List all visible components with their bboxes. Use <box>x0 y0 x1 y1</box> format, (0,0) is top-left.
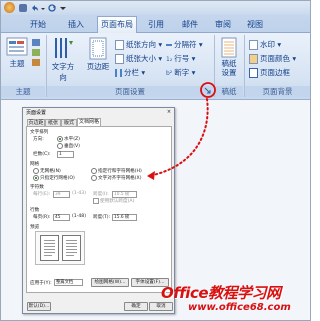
columns-button[interactable]: 分栏 ▾ <box>115 67 145 78</box>
tab-home[interactable]: 开始 <box>25 18 51 31</box>
text-direction-icon <box>55 38 73 58</box>
watermark-button[interactable]: 水印 ▾ <box>249 39 281 50</box>
direction-vertical-radio[interactable] <box>57 143 63 149</box>
default-button[interactable]: 默认(D)... <box>27 302 51 311</box>
columns-input[interactable]: 1 <box>57 151 74 158</box>
tab-mailings[interactable]: 邮件 <box>177 18 203 31</box>
theme-mini-icons[interactable] <box>32 39 42 69</box>
dialog-body: 文字排列 方向: 水平(Z) 垂直(V) 栏数(C): 1 网格 无网格(N) … <box>26 126 172 293</box>
customize-toolbar-icon[interactable] <box>60 4 66 12</box>
page-setup-dialog-launcher[interactable] <box>204 87 211 94</box>
tab-review[interactable]: 审阅 <box>210 18 236 31</box>
per-page-label: 每页(R): <box>33 215 51 220</box>
site-watermark-url: www.office68.com <box>188 302 291 313</box>
preview-page-right <box>62 235 81 261</box>
grid-text-snap-radio[interactable] <box>91 175 97 181</box>
direction-vertical-label: 垂直(V) <box>64 144 80 149</box>
section-grid: 网格 <box>30 162 40 167</box>
direction-horizontal-radio[interactable] <box>57 136 63 142</box>
grid-lines-only-label: 只指定行网格(O) <box>40 176 75 181</box>
pitch-label: 跨度(I): <box>93 192 109 197</box>
per-page-input[interactable]: 45 <box>53 214 70 221</box>
line-pitch-label: 跨度(T): <box>93 215 111 220</box>
grid-lines-only-radio[interactable] <box>33 175 39 181</box>
per-line-input[interactable]: 39 <box>53 191 70 198</box>
per-page-range: (1-48) <box>72 214 87 219</box>
line-pitch-input[interactable]: 15.6 磅 <box>112 214 137 221</box>
apply-to-label: 应用于(Y): <box>30 281 52 286</box>
title-bar <box>1 1 310 15</box>
margins-icon <box>89 37 107 60</box>
section-lines: 行数 <box>30 208 40 213</box>
page-color-button[interactable]: 页面颜色 ▾ <box>249 53 296 64</box>
manuscript-settings-button[interactable]: 稿纸 设置 <box>218 37 240 85</box>
group-label-themes: 主题 <box>1 86 45 97</box>
group-label-page-setup: 页面设置 <box>47 86 213 97</box>
columns-label: 栏数(C): <box>33 152 51 157</box>
tab-view[interactable]: 视图 <box>242 18 268 31</box>
dialog-title: 页面设置 <box>26 110 47 116</box>
direction-horizontal-label: 水平(Z) <box>64 137 80 142</box>
ribbon-tab-row: 开始 插入 页面布局 引用 邮件 审阅 视图 <box>1 15 310 33</box>
breaks-button[interactable]: 分隔符 ▾ <box>166 39 203 50</box>
dialog-close-icon[interactable]: × <box>166 109 172 115</box>
hyphenation-button[interactable]: b² 断字 ▾ <box>166 67 195 78</box>
undo-dropdown-icon[interactable] <box>41 5 45 11</box>
grid-none-radio[interactable] <box>33 168 39 174</box>
themes-icon <box>6 37 28 56</box>
dialog-launcher-icon <box>204 87 211 94</box>
section-characters: 字符数 <box>30 185 44 190</box>
site-watermark-title: Office教程学习网 <box>161 284 281 302</box>
manuscript-settings-label: 稿纸 设置 <box>221 59 237 77</box>
pitch-input[interactable]: 10.5 磅 <box>112 191 137 198</box>
tab-page-layout[interactable]: 页面布局 <box>97 16 137 33</box>
text-direction-button[interactable]: 文字方向 <box>49 37 77 83</box>
per-line-label: 每行(E): <box>33 192 51 197</box>
cancel-button[interactable]: 取消 <box>149 302 173 311</box>
grid-text-snap-label: 文字对齐字符网格(X) <box>98 176 142 181</box>
draw-grid-button[interactable]: 绘图网格(W)... <box>91 278 129 287</box>
group-label-page-background: 页面背景 <box>245 86 310 97</box>
manuscript-icon <box>221 37 237 58</box>
text-direction-label: 文字方向 <box>51 62 75 82</box>
size-button[interactable]: 纸张大小 ▾ <box>115 53 162 64</box>
grid-none-label: 无网格(N) <box>40 169 61 174</box>
tab-references[interactable]: 引用 <box>143 18 169 31</box>
preview-page-left <box>40 235 59 261</box>
use-default-pitch-label: 使用默认跨度(A) <box>100 199 135 204</box>
office-logo-icon[interactable] <box>4 2 15 13</box>
ribbon-page-layout: 主题 主题 文字方向 页边距 纸张方向 ▾ 纸张大小 ▾ 分栏 ▾ 分隔符 ▾ … <box>1 33 310 100</box>
page-borders-button[interactable]: 页面边框 <box>249 67 290 78</box>
grid-lines-chars-label: 指定行和字符网格(H) <box>98 169 142 174</box>
per-line-range: (1-43) <box>72 191 87 196</box>
undo-icon[interactable] <box>31 4 39 12</box>
ok-button[interactable]: 确定 <box>124 302 148 311</box>
page-setup-dialog: 页面设置 × 页边距 纸张 版式 文档网格 文字排列 方向: 水平(Z) 垂直(… <box>22 107 175 314</box>
section-text-direction: 文字排列 <box>30 130 49 135</box>
direction-label: 方向: <box>33 137 44 142</box>
apply-to-value: 整篇文档 <box>56 280 74 285</box>
group-label-manuscript: 稿纸 <box>215 86 243 97</box>
word-window: 开始 插入 页面布局 引用 邮件 审阅 视图 主题 主题 文字方向 页边距 纸张… <box>0 0 311 321</box>
check-default-pitch[interactable] <box>93 198 99 204</box>
save-icon[interactable] <box>19 4 27 12</box>
preview-pane <box>35 231 85 265</box>
margins-button[interactable]: 页边距 <box>85 37 111 83</box>
redo-icon[interactable] <box>48 4 56 12</box>
themes-button[interactable]: 主题 <box>4 36 30 76</box>
themes-button-label: 主题 <box>9 59 25 68</box>
apply-to-select[interactable]: 整篇文档 <box>54 279 83 286</box>
orientation-button[interactable]: 纸张方向 ▾ <box>115 39 162 50</box>
margins-label: 页边距 <box>86 62 110 71</box>
section-preview: 预览 <box>30 225 40 230</box>
tab-insert[interactable]: 插入 <box>63 18 89 31</box>
line-numbers-button[interactable]: 1₂ 行号 ▾ <box>166 53 195 64</box>
grid-lines-chars-radio[interactable] <box>91 168 97 174</box>
